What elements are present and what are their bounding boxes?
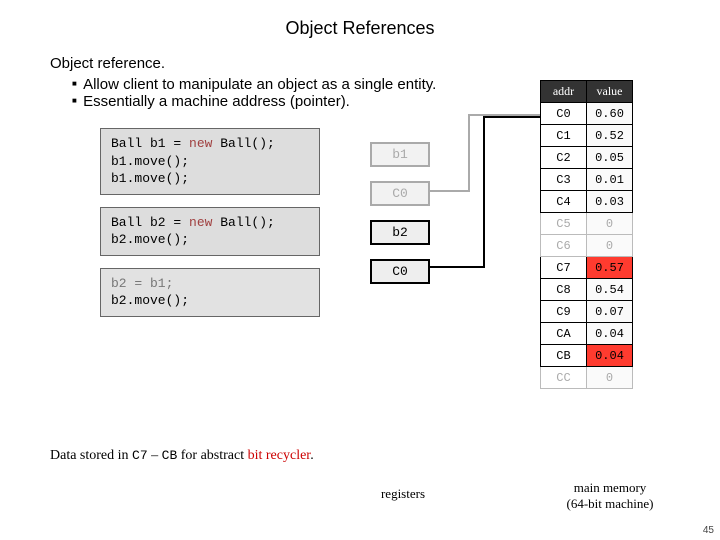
pointer-line — [468, 115, 470, 190]
registers-caption: registers — [358, 486, 448, 502]
memory-table: addr value C00.60 C10.52 C20.05 C30.01 C… — [540, 80, 633, 389]
mem-addr: C9 — [541, 301, 587, 323]
mem-val: 0.60 — [587, 103, 633, 125]
section-heading: Object reference. — [50, 55, 680, 72]
memory-row: C80.54 — [541, 279, 633, 301]
code-text: Ball(); — [212, 215, 274, 230]
page-number: 45 — [703, 525, 714, 536]
keyword-new: new — [189, 136, 212, 151]
register-b2: b2 — [370, 220, 430, 245]
mem-val: 0.03 — [587, 191, 633, 213]
footer-code: CB — [162, 448, 178, 463]
footer-text: – — [148, 448, 162, 463]
memory-header-addr: addr — [541, 81, 587, 103]
mem-addr: C6 — [541, 235, 587, 257]
code-text: b1.move(); — [111, 154, 189, 169]
footer-text: Data stored in — [50, 448, 132, 463]
mem-addr: C3 — [541, 169, 587, 191]
code-text: b1.move(); — [111, 171, 189, 186]
keyword-new: new — [189, 215, 212, 230]
mem-addr: C4 — [541, 191, 587, 213]
memory-row: C60 — [541, 235, 633, 257]
code-text: Ball b2 = — [111, 215, 189, 230]
mem-addr: CA — [541, 323, 587, 345]
mem-addr: C0 — [541, 103, 587, 125]
mem-val: 0.07 — [587, 301, 633, 323]
register-c0b: C0 — [370, 259, 430, 284]
mem-val: 0.57 — [587, 257, 633, 279]
code-text: b2.move(); — [111, 232, 189, 247]
mem-val: 0.01 — [587, 169, 633, 191]
footer-text: for abstract — [177, 448, 247, 463]
footer-highlight: bit recycler — [248, 448, 311, 463]
code-text: b2 = b1; — [111, 276, 173, 291]
code-block-2: Ball b2 = new Ball(); b2.move(); — [100, 207, 320, 256]
footer-code: C7 — [132, 448, 148, 463]
memory-row: C00.60 — [541, 103, 633, 125]
memory-row: C10.52 — [541, 125, 633, 147]
memory-header-row: addr value — [541, 81, 633, 103]
mem-addr: CC — [541, 367, 587, 389]
code-text: b2.move(); — [111, 293, 189, 308]
mem-val: 0.04 — [587, 323, 633, 345]
memory-row: C40.03 — [541, 191, 633, 213]
mem-addr: C1 — [541, 125, 587, 147]
register-c0a: C0 — [370, 181, 430, 206]
mem-addr: C8 — [541, 279, 587, 301]
mem-val: 0.05 — [587, 147, 633, 169]
footer-text: . — [310, 448, 314, 463]
mem-val: 0.04 — [587, 345, 633, 367]
mem-val: 0.52 — [587, 125, 633, 147]
mem-val: 0.54 — [587, 279, 633, 301]
mem-addr: C7 — [541, 257, 587, 279]
code-text: Ball b1 = — [111, 136, 189, 151]
memory-caption: main memory (64-bit machine) — [540, 480, 680, 512]
mem-val: 0 — [587, 367, 633, 389]
mem-addr: C2 — [541, 147, 587, 169]
mem-val: 0 — [587, 235, 633, 257]
code-block-1: Ball b1 = new Ball(); b1.move(); b1.move… — [100, 128, 320, 195]
memory-row: CA0.04 — [541, 323, 633, 345]
memory-header-value: value — [587, 81, 633, 103]
memory-row: C70.57 — [541, 257, 633, 279]
registers-column: b1 C0 b2 C0 — [370, 142, 430, 298]
memory-row: C50 — [541, 213, 633, 235]
code-blocks: Ball b1 = new Ball(); b1.move(); b1.move… — [100, 128, 320, 329]
pointer-line — [430, 190, 470, 192]
pointer-line — [483, 116, 485, 266]
pointer-line — [430, 266, 485, 268]
footer-note: Data stored in C7 – CB for abstract bit … — [50, 448, 314, 464]
mem-addr: C5 — [541, 213, 587, 235]
register-b1: b1 — [370, 142, 430, 167]
slide-title: Object References — [0, 0, 720, 55]
code-text: Ball(); — [212, 136, 274, 151]
mem-addr: CB — [541, 345, 587, 367]
memory-row: CB0.04 — [541, 345, 633, 367]
code-block-3: b2 = b1; b2.move(); — [100, 268, 320, 317]
memory-row: C90.07 — [541, 301, 633, 323]
memory-row: C20.05 — [541, 147, 633, 169]
mem-val: 0 — [587, 213, 633, 235]
memory-row: C30.01 — [541, 169, 633, 191]
memory-row: CC0 — [541, 367, 633, 389]
pointer-line — [483, 116, 540, 118]
